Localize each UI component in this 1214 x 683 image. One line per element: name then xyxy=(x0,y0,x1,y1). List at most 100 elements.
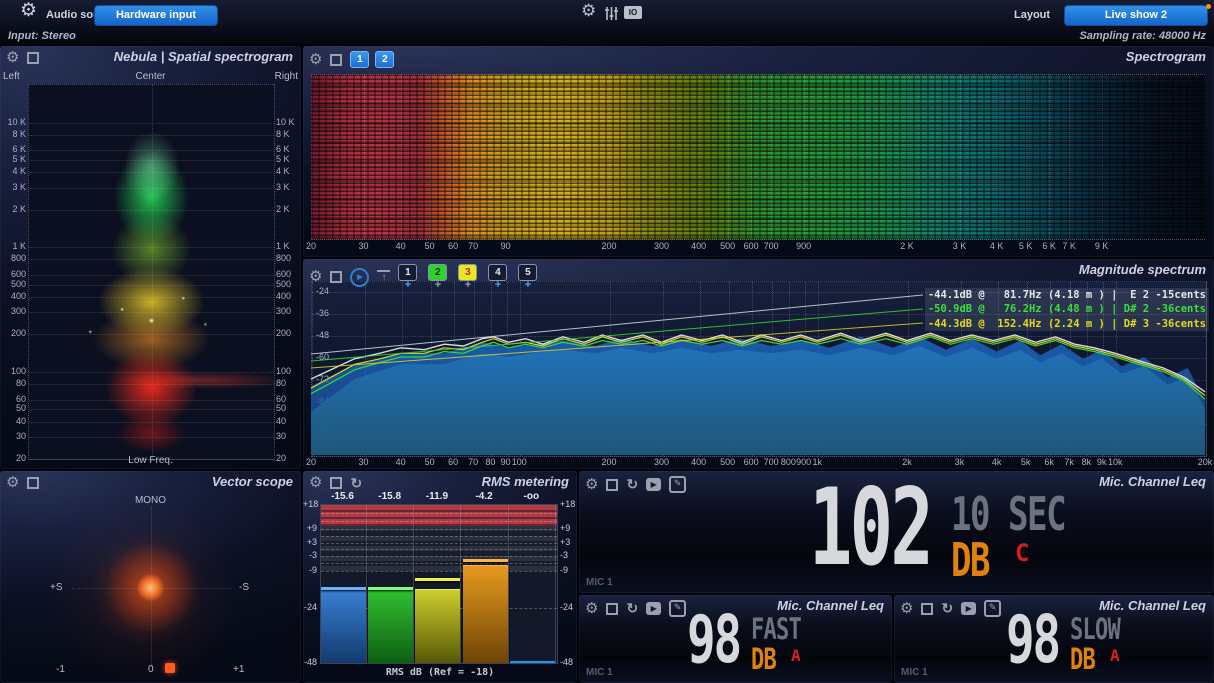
rms-reset-icon[interactable]: ↻ xyxy=(350,477,362,490)
leq-fast-mic-label: MIC 1 xyxy=(586,667,613,678)
vectorscope-balance-marker[interactable] xyxy=(165,663,175,673)
nebula-gridline xyxy=(29,188,274,189)
nebula-tick-label-right: 8 K xyxy=(276,130,290,139)
audio-source-gear-icon[interactable]: ⚙ xyxy=(20,4,37,18)
spectrogram-title: Spectrogram xyxy=(1126,49,1206,64)
rms-scale-label-left: -9 xyxy=(303,566,317,575)
leq-main-gear-icon[interactable]: ⚙ xyxy=(585,478,598,492)
live-show-button[interactable]: Live show 2 xyxy=(1064,5,1208,26)
spectrogram-tick-label: 3 K xyxy=(945,242,975,251)
nebula-tick-label-left: 60 xyxy=(2,395,26,404)
nebula-tick-label-left: 30 xyxy=(2,432,26,441)
rms-scale-label-right: -24 xyxy=(560,603,573,612)
nebula-gridline xyxy=(29,275,274,276)
nebula-tick-label-left: 800 xyxy=(2,254,26,263)
leq-fast-gear-icon[interactable]: ⚙ xyxy=(585,602,598,616)
nebula-tick-label-right: 20 xyxy=(276,454,286,463)
spectrogram-fullscreen-icon[interactable] xyxy=(330,54,342,66)
live-play-icon[interactable]: ▶ xyxy=(350,268,369,287)
vectorscope-mono-label: MONO xyxy=(0,495,301,506)
leq-slow-fullscreen-icon[interactable] xyxy=(921,603,933,615)
rms-channel-column xyxy=(321,505,367,663)
magnitude-fullscreen-icon[interactable] xyxy=(330,271,342,283)
nebula-tick-label-left: 300 xyxy=(2,307,26,316)
spectrogram-view-buttons: 12 xyxy=(350,51,394,68)
leq-fast-mode: FAST xyxy=(751,615,801,644)
leq-main-value: 102 xyxy=(809,485,931,572)
rms-peak-line xyxy=(368,587,413,590)
leq-fast-edit-icon[interactable]: ✎ xyxy=(669,600,686,617)
magnitude-slot-plus-icon[interactable]: + xyxy=(465,281,471,290)
nebula-gridline xyxy=(29,409,274,410)
settings-gear-icon[interactable]: ⚙ xyxy=(581,4,596,18)
magnitude-slot-plus-icon[interactable]: + xyxy=(495,281,501,290)
rms-gear-icon[interactable]: ⚙ xyxy=(309,476,322,490)
rms-fullscreen-icon[interactable] xyxy=(330,477,342,489)
nebula-gridline xyxy=(29,400,274,401)
magnitude-slot-plus-icon[interactable]: + xyxy=(525,281,531,290)
leq-slow-edit-icon[interactable]: ✎ xyxy=(984,600,1001,617)
leq-fast-play-icon[interactable]: ▶ xyxy=(646,602,661,615)
spectrogram-gridline xyxy=(771,75,772,239)
leq-main-edit-icon[interactable]: ✎ xyxy=(669,476,686,493)
nebula-tick-label-right: 500 xyxy=(276,280,291,289)
leq-main-reset-icon[interactable]: ↻ xyxy=(626,478,638,491)
spectrogram-gridline xyxy=(401,75,402,239)
spectrogram-tick-label: 20 xyxy=(303,242,326,251)
rms-value-label: -15.6 xyxy=(320,491,365,502)
nebula-tick-label-right: 100 xyxy=(276,367,291,376)
leq-fast-panel: ⚙ ↻ ▶ ✎ Mic. Channel Leq 98 FAST DB A MI… xyxy=(579,595,892,683)
spectrogram-gridline xyxy=(473,75,474,239)
leq-fast-reset-icon[interactable]: ↻ xyxy=(626,602,638,615)
nebula-tick-label-right: 6 K xyxy=(276,145,290,154)
spectrogram-gridline xyxy=(907,75,908,239)
nebula-fullscreen-icon[interactable] xyxy=(27,52,39,64)
mixer-sliders-icon[interactable] xyxy=(604,6,619,21)
spectrogram-tick-label: 200 xyxy=(594,242,624,251)
nebula-gridline xyxy=(29,210,274,211)
magnitude-panel: ⚙ ▶ ↑ 1+2+3+4+5+ Magnitude spectrum -44.… xyxy=(303,259,1214,469)
rms-peak-line xyxy=(321,587,366,590)
hardware-input-button[interactable]: Hardware input xyxy=(94,5,218,26)
magnitude-slot-plus-icon[interactable]: + xyxy=(435,281,441,290)
rms-value-label: -oo xyxy=(509,491,554,502)
nebula-bottom-label: Low Freq. xyxy=(0,455,301,466)
rms-meter[interactable] xyxy=(320,504,558,664)
nebula-tick-label-left: 40 xyxy=(2,417,26,426)
spectrogram-plot[interactable] xyxy=(311,74,1205,240)
nebula-gear-icon[interactable]: ⚙ xyxy=(6,51,19,65)
nebula-tick-label-right: 50 xyxy=(276,404,286,413)
spectrogram-gridline xyxy=(506,75,507,239)
spectrogram-gear-icon[interactable]: ⚙ xyxy=(309,53,322,67)
nebula-gridline xyxy=(29,123,274,124)
vectorscope-gear-icon[interactable]: ⚙ xyxy=(6,476,19,490)
spectrogram-gridline xyxy=(662,75,663,239)
magnitude-readout-row: -50.9dB @ 76.2Hz (4.48 m ) | D# 2 -36cen… xyxy=(925,302,1209,316)
spectrogram-gridline xyxy=(430,75,431,239)
nebula-energy-blob xyxy=(29,85,274,459)
spectrogram-gridline xyxy=(1026,75,1027,239)
spectrogram-gridline xyxy=(364,75,365,239)
leq-slow-mic-label: MIC 1 xyxy=(901,667,928,678)
io-routing-icon[interactable]: IO xyxy=(624,6,642,19)
leq-slow-reset-icon[interactable]: ↻ xyxy=(941,602,953,615)
magnitude-gear-icon[interactable]: ⚙ xyxy=(309,270,322,284)
nebula-plot[interactable] xyxy=(28,84,275,460)
vectorscope-fullscreen-icon[interactable] xyxy=(27,477,39,489)
peak-hold-icon[interactable]: ↑ xyxy=(377,270,390,284)
leq-main-play-icon[interactable]: ▶ xyxy=(646,478,661,491)
spectrogram-gridline xyxy=(311,75,312,239)
spectrogram-view-button[interactable]: 2 xyxy=(375,51,394,68)
leq-main-weighting: C xyxy=(1015,539,1029,567)
nebula-tick-label-right: 4 K xyxy=(276,167,290,176)
leq-main-fullscreen-icon[interactable] xyxy=(606,479,618,491)
rms-channel-column xyxy=(415,505,461,663)
leq-slow-gear-icon[interactable]: ⚙ xyxy=(900,602,913,616)
leq-slow-weighting: A xyxy=(1110,646,1120,665)
leq-slow-mode: SLOW xyxy=(1070,615,1120,644)
spectrogram-view-button[interactable]: 1 xyxy=(350,51,369,68)
magnitude-slot-plus-icon[interactable]: + xyxy=(405,281,411,290)
leq-slow-play-icon[interactable]: ▶ xyxy=(961,602,976,615)
leq-fast-fullscreen-icon[interactable] xyxy=(606,603,618,615)
rms-value-label: -4.2 xyxy=(462,491,507,502)
